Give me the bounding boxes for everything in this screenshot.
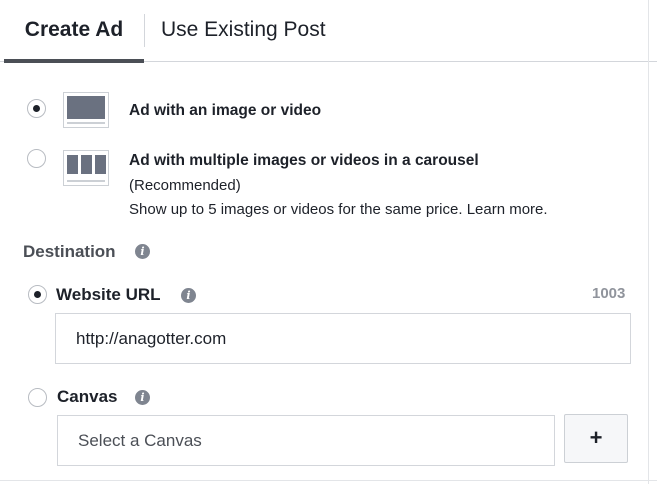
tab-divider xyxy=(144,14,145,47)
destination-label: Destination xyxy=(23,242,116,261)
website-url-radio[interactable] xyxy=(28,285,47,304)
canvas-select[interactable]: Select a Canvas xyxy=(57,415,555,466)
website-url-input[interactable]: http://anagotter.com xyxy=(55,313,631,364)
tab-create-ad-label: Create Ad xyxy=(24,18,124,41)
carousel-format-icon xyxy=(63,150,109,186)
carousel-description: Show up to 5 images or videos for the sa… xyxy=(129,201,548,218)
single-image-format-icon xyxy=(63,92,109,128)
destination-info-icon[interactable]: i xyxy=(135,244,150,259)
carousel-recommended-label: (Recommended) xyxy=(129,177,241,194)
single-image-option-title: Ad with an image or video xyxy=(129,102,322,119)
add-canvas-button[interactable]: + xyxy=(564,414,628,463)
tab-use-existing-post[interactable]: Use Existing Post xyxy=(161,0,326,62)
website-url-info-icon[interactable]: i xyxy=(181,288,196,303)
website-url-label: Website URL xyxy=(56,285,161,304)
panel-right-border xyxy=(648,0,649,484)
single-image-radio[interactable] xyxy=(27,99,46,118)
url-character-counter: 1003 xyxy=(592,285,626,302)
canvas-label: Canvas xyxy=(57,387,118,406)
canvas-info-icon[interactable]: i xyxy=(135,390,150,405)
ad-creation-tabs: Create Ad Use Existing Post xyxy=(0,0,657,63)
tab-use-existing-post-label: Use Existing Post xyxy=(161,18,326,41)
bottom-divider xyxy=(0,480,657,481)
canvas-radio[interactable] xyxy=(28,388,47,407)
learn-more-link[interactable]: Learn more. xyxy=(467,201,548,218)
carousel-option-title: Ad with multiple images or videos in a c… xyxy=(129,152,479,169)
carousel-radio[interactable] xyxy=(27,149,46,168)
tab-create-ad[interactable]: Create Ad xyxy=(4,0,144,63)
carousel-description-text: Show up to 5 images or videos for the sa… xyxy=(129,201,463,218)
active-tab-indicator xyxy=(4,59,144,63)
